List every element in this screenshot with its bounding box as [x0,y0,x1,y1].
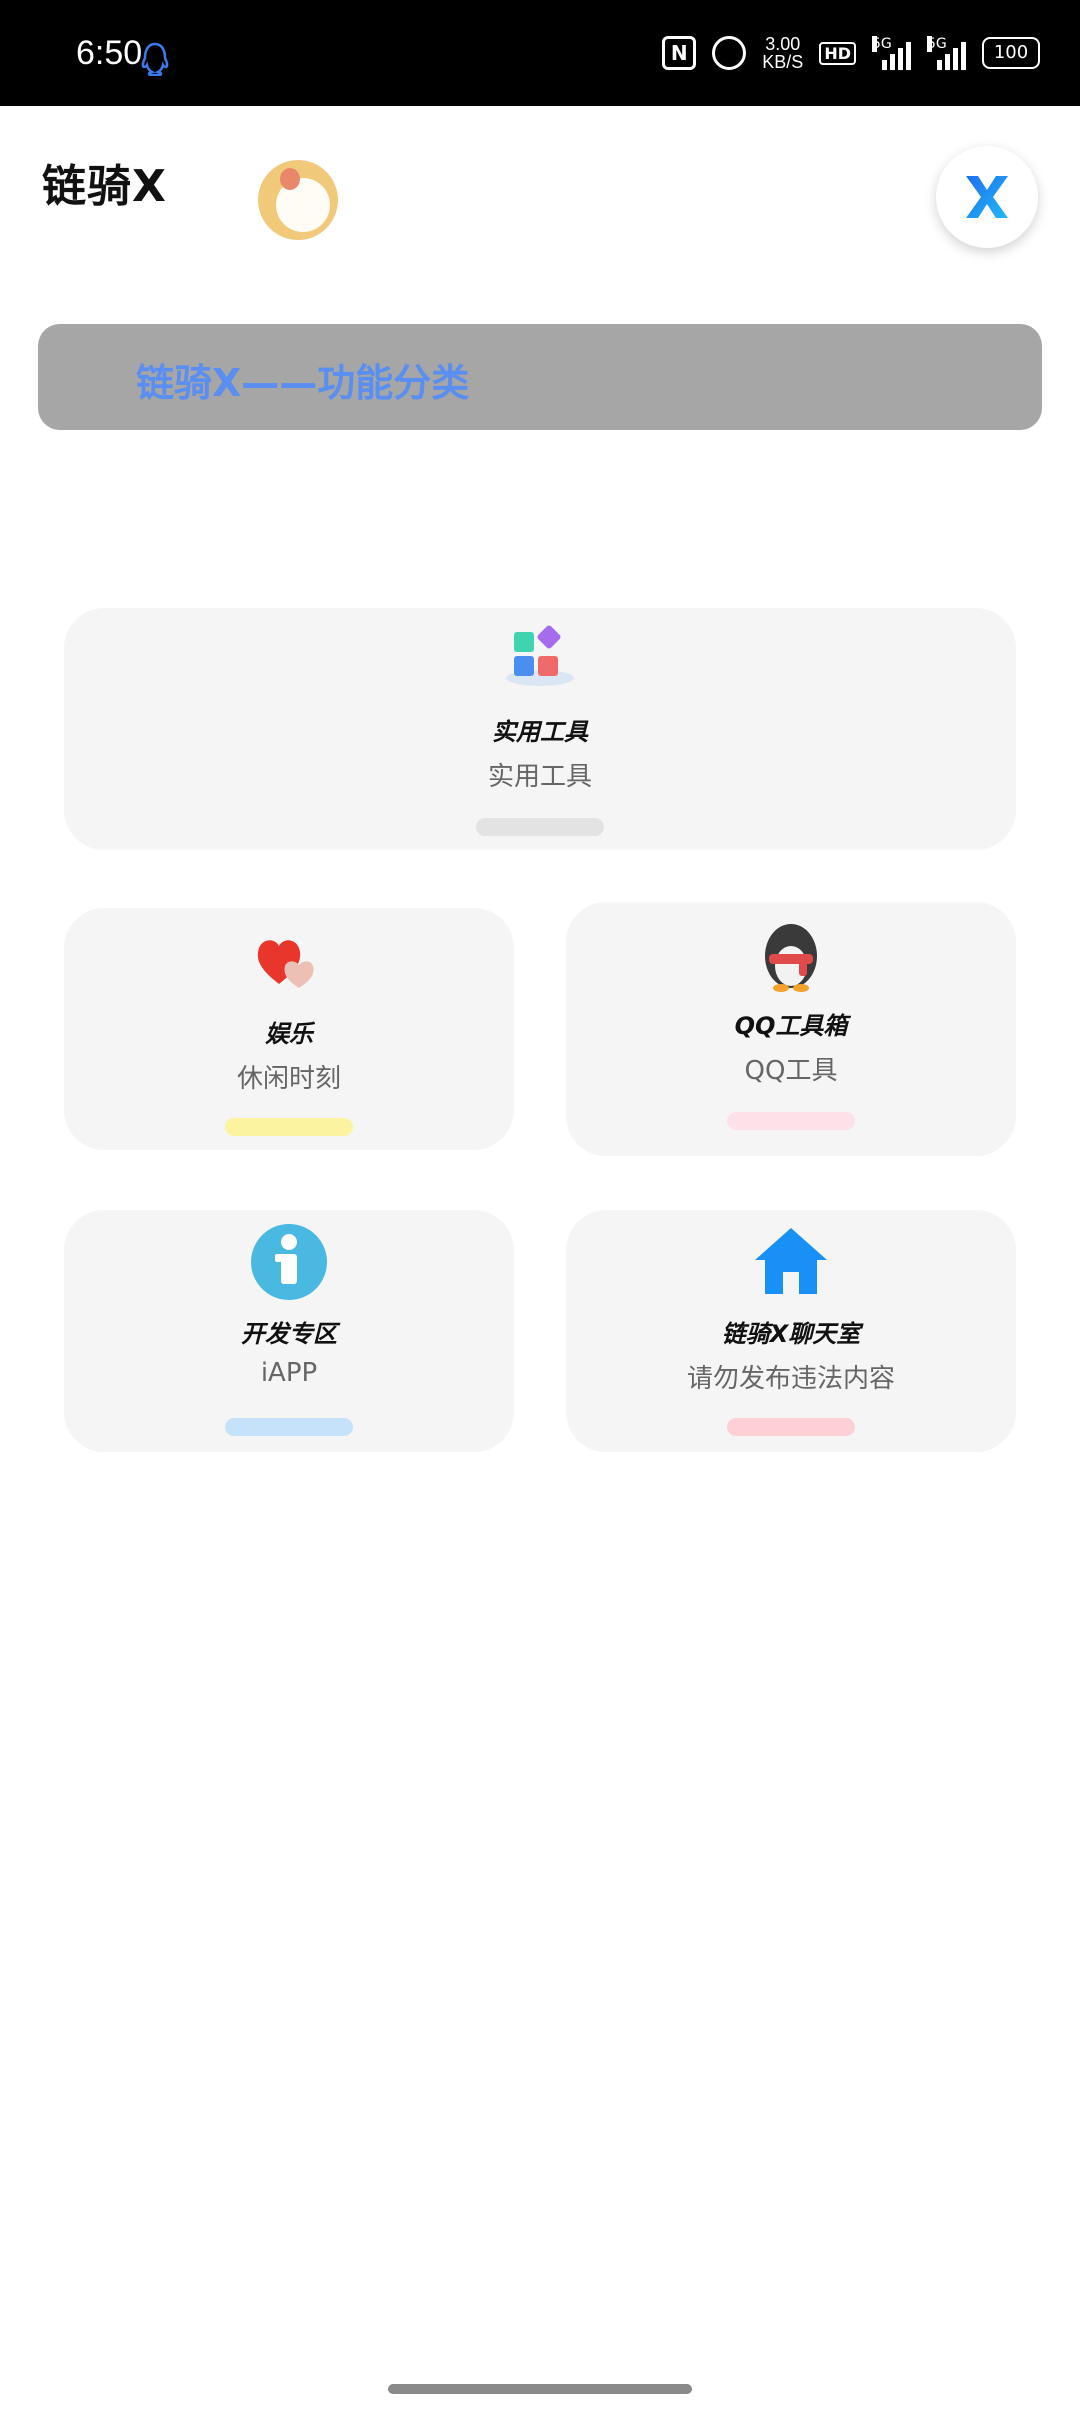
x-logo-button[interactable] [936,146,1038,248]
avatar[interactable] [258,160,338,240]
card-pill [225,1418,353,1436]
nfc-icon: N [662,36,697,70]
x-logo-icon [966,176,1008,218]
battery-icon: 100 [982,37,1040,69]
signal-label-1: 5G [872,36,892,52]
status-icons: N 3.00 KB/S HD 5G 5G 100 [662,28,1040,78]
category-banner: 链骑X——功能分类 [38,324,1042,430]
card-title: 开发专区 [241,1320,337,1348]
apps-icon [502,622,578,694]
card-subtitle: 实用工具 [487,762,592,792]
signal-icon-2: 5G [927,36,966,70]
speed-value: 3.00 [765,34,801,54]
network-speed: 3.00 KB/S [762,35,803,71]
card-qq-toolbox[interactable]: QQ工具箱 QQ工具 [566,902,1016,1156]
card-subtitle: 休闲时刻 [236,1064,341,1094]
speed-unit: KB/S [762,52,804,72]
penguin-icon [759,916,823,996]
hd-icon: HD [819,41,856,65]
qq-notification-icon [140,42,170,80]
card-subtitle: iAPP [260,1358,318,1388]
card-title: 娱乐 [265,1020,313,1048]
avatar-ear [280,168,300,190]
card-dev-zone[interactable]: 开发专区 iAPP [64,1210,514,1452]
signal-icon-1: 5G [872,36,911,70]
signal-label-2: 5G [927,36,947,52]
card-utility-tools[interactable]: 实用工具 实用工具 [64,608,1016,850]
card-pill [727,1418,855,1436]
card-title: QQ工具箱 [734,1012,848,1040]
status-time: 6:50 [76,34,143,72]
banner-text: 链骑X——功能分类 [136,361,470,405]
home-icon [753,1226,829,1300]
status-bar: 6:50 N 3.00 KB/S HD 5G 5G 100 [0,0,1080,106]
info-icon [251,1224,327,1304]
home-indicator[interactable] [388,2384,692,2394]
card-chat-room[interactable]: 链骑X聊天室 请勿发布违法内容 [566,1210,1016,1452]
alarm-icon [712,36,747,70]
card-title: 链骑X聊天室 [721,1320,861,1348]
card-subtitle: QQ工具 [744,1056,838,1086]
card-pill [727,1112,855,1130]
hearts-icon [253,930,325,998]
card-title: 实用工具 [492,718,588,746]
app-title: 链骑X [42,161,167,212]
card-pill [476,818,604,836]
card-entertainment[interactable]: 娱乐 休闲时刻 [64,908,514,1150]
card-pill [225,1118,353,1136]
card-subtitle: 请勿发布违法内容 [686,1364,895,1394]
